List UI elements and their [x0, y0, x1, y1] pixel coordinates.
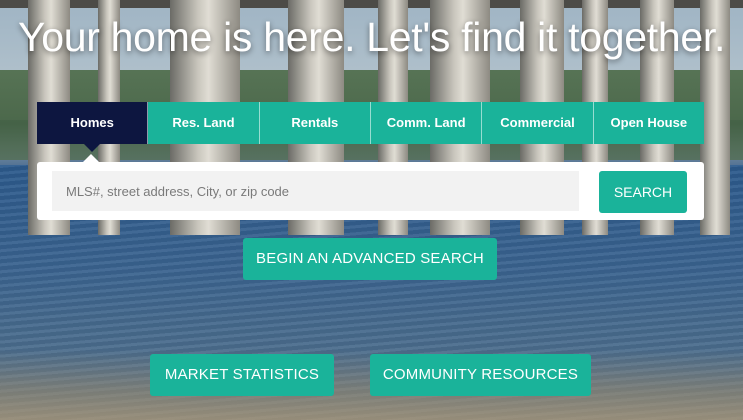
tab-open-house[interactable]: Open House — [593, 102, 704, 144]
property-type-tabs: Homes Res. Land Rentals Comm. Land Comme… — [37, 102, 704, 152]
community-resources-button[interactable]: COMMUNITY RESOURCES — [370, 354, 591, 396]
advanced-search-button[interactable]: BEGIN AN ADVANCED SEARCH — [243, 238, 497, 280]
hero-headline: Your home is here. Let's find it togethe… — [17, 14, 726, 60]
tab-homes[interactable]: Homes — [37, 102, 149, 152]
tab-comm-land[interactable]: Comm. Land — [370, 102, 483, 144]
tab-rentals[interactable]: Rentals — [259, 102, 371, 144]
search-button[interactable]: SEARCH — [599, 171, 687, 213]
tab-commercial[interactable]: Commercial — [482, 102, 594, 144]
market-statistics-button[interactable]: MARKET STATISTICS — [150, 354, 334, 396]
search-panel: SEARCH — [37, 154, 704, 220]
search-input[interactable] — [52, 171, 579, 211]
tab-res-land[interactable]: Res. Land — [148, 102, 260, 144]
